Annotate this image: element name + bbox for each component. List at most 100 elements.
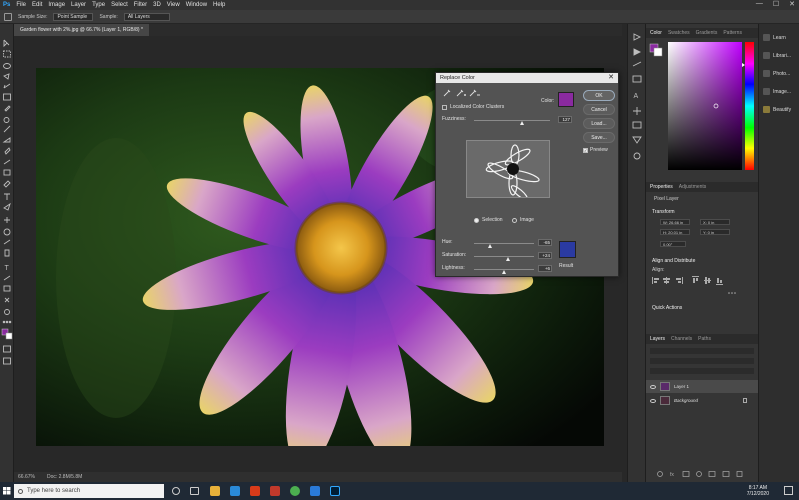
windows-start-icon[interactable] (0, 482, 14, 500)
selection-radio[interactable]: Selection (474, 217, 503, 223)
sample-label: Sample: (99, 13, 118, 20)
photo-panel-button[interactable]: Photo... (763, 70, 790, 77)
layer-row-1[interactable]: Layer 1 (646, 380, 759, 393)
align-buttons[interactable] (652, 276, 752, 298)
lightness-value[interactable]: +6 (538, 265, 552, 272)
visibility-eye-icon[interactable] (650, 384, 656, 389)
tab-properties[interactable]: Properties (650, 182, 673, 192)
menu-view[interactable]: View (167, 2, 180, 8)
menu-select[interactable]: Select (111, 2, 128, 8)
checkbox-icon[interactable] (442, 104, 447, 110)
saturation-value[interactable]: +24 (538, 252, 552, 259)
tab-patterns[interactable]: Patterns (723, 28, 742, 38)
acrobat-icon[interactable] (270, 486, 280, 496)
file-explorer-icon[interactable] (210, 486, 220, 496)
eyedropper-tools[interactable] (442, 88, 482, 98)
photoshop-taskbar-icon[interactable] (330, 486, 340, 496)
tab-adjustments[interactable]: Adjustments (679, 182, 707, 192)
document-tab-title: Garden flower with 2%.jpg @ 66.7% (Layer… (20, 27, 143, 33)
dialog-close-icon[interactable]: ✕ (608, 73, 614, 83)
minimize-button[interactable]: — (756, 0, 763, 8)
height-field[interactable]: H: 20.01 in (660, 229, 690, 235)
tab-channels[interactable]: Channels (671, 334, 692, 344)
menu-filter[interactable]: Filter (134, 2, 147, 8)
blend-mode-bar[interactable] (650, 358, 754, 364)
cortana-icon[interactable] (172, 487, 180, 495)
taskbar-clock[interactable]: 8:17 AM 7/12/2020 (747, 485, 769, 497)
layer-filter-bar[interactable] (650, 348, 754, 354)
layer-panel-footer-icons[interactable]: fx (656, 470, 752, 478)
learn-label: Learn (773, 34, 786, 41)
menu-help[interactable]: Help (213, 2, 225, 8)
x-field[interactable]: X: 0 in (700, 219, 730, 225)
visibility-eye-icon[interactable] (650, 398, 656, 403)
selection-color-swatch[interactable] (558, 92, 574, 107)
radio-icon[interactable] (512, 217, 517, 223)
quick-actions-header[interactable]: Quick Actions (652, 305, 682, 311)
fuzziness-value[interactable]: 127 (558, 116, 572, 123)
fuzziness-slider[interactable] (520, 121, 524, 125)
tab-gradients[interactable]: Gradients (696, 28, 718, 38)
ok-button[interactable]: OK (583, 90, 615, 101)
hue-slider[interactable] (488, 244, 492, 248)
edge-icon[interactable] (230, 486, 240, 496)
radio-selected-icon[interactable] (474, 217, 479, 223)
dialog-title-bar[interactable]: Replace Color ✕ (436, 73, 618, 83)
sample-size-select[interactable]: Point Sample (53, 12, 94, 21)
chrome-icon[interactable] (290, 486, 300, 496)
tab-paths[interactable]: Paths (698, 334, 711, 344)
angle-field[interactable]: 0.00° (660, 241, 686, 247)
mail-icon[interactable] (310, 486, 320, 496)
libraries-panel-button[interactable]: Librari... (763, 52, 791, 59)
tool-icons[interactable]: T (0, 24, 14, 482)
hue-value[interactable]: -65 (538, 239, 552, 246)
notifications-icon[interactable] (784, 486, 793, 495)
menu-3d[interactable]: 3D (153, 2, 161, 8)
zoom-level[interactable]: 66.67% (18, 474, 35, 480)
document-tab[interactable]: Garden flower with 2%.jpg @ 66.7% (Layer… (14, 24, 149, 36)
menu-edit[interactable]: Edit (32, 2, 42, 8)
close-button[interactable]: ✕ (789, 0, 795, 8)
menu-file[interactable]: File (16, 2, 26, 8)
photo-label: Photo... (773, 70, 791, 77)
color-panel-tabs: Color Swatches Gradients Patterns (646, 28, 759, 38)
lightness-slider[interactable] (502, 270, 506, 274)
hue-track[interactable] (474, 243, 534, 244)
cancel-button[interactable]: Cancel (583, 104, 615, 115)
document-tab-bar: Garden flower with 2%.jpg @ 66.7% (Layer… (14, 24, 622, 36)
tools-panel: T (0, 24, 14, 482)
beautify-panel-button[interactable]: Beautify (763, 106, 791, 113)
y-field[interactable]: Y: 0 in (700, 229, 730, 235)
image-radio[interactable]: Image (512, 217, 534, 223)
image-panel-button[interactable]: Image... (763, 88, 791, 95)
tab-layers[interactable]: Layers (650, 334, 665, 344)
eyedropper-icon[interactable] (4, 12, 12, 21)
learn-panel-button[interactable]: Learn (763, 34, 786, 41)
load-button[interactable]: Load... (583, 118, 615, 129)
checkbox-checked-icon[interactable]: ✓ (583, 147, 588, 153)
layer-row-background[interactable]: Background (646, 394, 759, 407)
fuzziness-track[interactable] (474, 120, 550, 121)
preview-checkbox[interactable]: ✓ Preview (583, 147, 608, 153)
saturation-track[interactable] (474, 256, 534, 257)
color-picker[interactable] (648, 42, 758, 174)
tab-color[interactable]: Color (650, 28, 662, 38)
saturation-label: Saturation: (442, 252, 467, 258)
width-field[interactable]: W: 26.66 in (660, 219, 690, 225)
task-view-icon[interactable] (190, 487, 199, 495)
menu-layer[interactable]: Layer (71, 2, 86, 8)
taskbar-search-input[interactable]: Type here to search (14, 484, 164, 498)
lock-bar[interactable] (650, 368, 754, 374)
localized-color-clusters-checkbox[interactable]: Localized Color Clusters (442, 104, 504, 110)
menu-type[interactable]: Type (92, 2, 105, 8)
menu-image[interactable]: Image (48, 2, 65, 8)
result-color-swatch[interactable] (559, 241, 576, 258)
maximize-button[interactable]: ☐ (773, 0, 779, 8)
tab-swatches[interactable]: Swatches (668, 28, 690, 38)
save-button[interactable]: Save... (583, 132, 615, 143)
panel-shortcut-icons[interactable]: A (628, 24, 646, 174)
office-icon[interactable] (250, 486, 260, 496)
sample-select[interactable]: All Layers (123, 12, 170, 21)
menu-window[interactable]: Window (186, 2, 207, 8)
saturation-slider[interactable] (506, 257, 510, 261)
